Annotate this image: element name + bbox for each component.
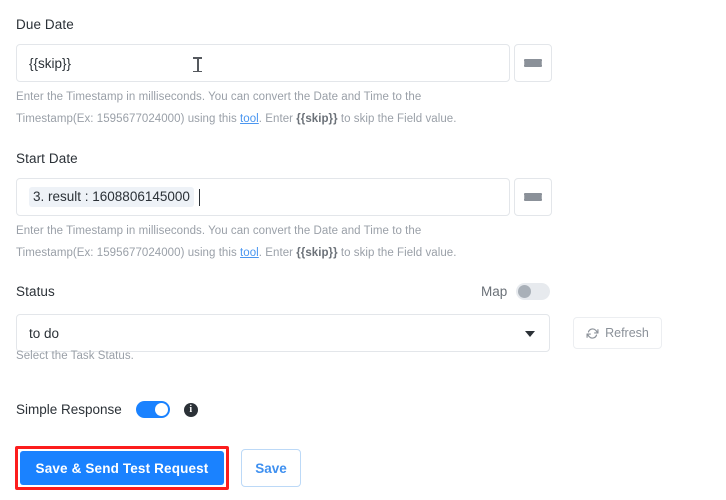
save-and-send-test-request-button[interactable]: Save & Send Test Request — [20, 451, 224, 485]
due-date-input-row: {{skip}} — [16, 44, 552, 82]
map-toggle-group: Map — [481, 283, 551, 300]
due-date-help-line2b: . Enter — [258, 113, 297, 125]
due-date-help-skip-token: {{skip}} — [296, 113, 338, 125]
hamburger-icon — [524, 193, 542, 201]
text-ibeam-cursor — [193, 56, 202, 73]
start-date-label: Start Date — [16, 151, 78, 166]
due-date-label: Due Date — [16, 17, 74, 32]
due-date-help-text: Enter the Timestamp in milliseconds. You… — [16, 86, 536, 130]
start-date-input-row: 3. result : 1608806145000 — [16, 178, 552, 216]
start-date-input[interactable]: 3. result : 1608806145000 — [16, 178, 510, 216]
simple-response-label: Simple Response — [16, 402, 122, 417]
due-date-input[interactable]: {{skip}} — [16, 44, 510, 82]
refresh-icon — [586, 327, 599, 340]
map-label: Map — [481, 284, 508, 299]
start-date-help-skip-token: {{skip}} — [296, 247, 338, 259]
due-date-help-line1: Enter the Timestamp in milliseconds. You… — [16, 91, 422, 103]
start-date-help-line1: Enter the Timestamp in milliseconds. You… — [16, 225, 422, 237]
start-date-help-line2c: to skip the Field value. — [337, 247, 457, 259]
start-date-token: 3. result : 1608806145000 — [29, 187, 194, 207]
status-select-value: to do — [29, 325, 60, 341]
refresh-button[interactable]: Refresh — [573, 317, 662, 349]
start-date-menu-button[interactable] — [514, 178, 552, 216]
simple-response-row: Simple Response i — [16, 401, 198, 418]
due-date-help-line2c: to skip the Field value. — [337, 113, 457, 125]
hamburger-icon — [524, 59, 542, 67]
start-date-help-line2b: . Enter — [258, 247, 297, 259]
chevron-down-icon — [525, 331, 535, 337]
start-date-help-text: Enter the Timestamp in milliseconds. You… — [16, 220, 536, 264]
timestamp-tool-link[interactable]: tool — [240, 247, 259, 259]
save-button[interactable]: Save — [241, 449, 301, 487]
start-date-help-line2a: Timestamp(Ex: 1595677024000) using this — [16, 247, 241, 259]
info-icon[interactable]: i — [183, 402, 198, 417]
due-date-help-line2a: Timestamp(Ex: 1595677024000) using this — [16, 113, 241, 125]
status-help-text: Select the Task Status. — [16, 350, 134, 362]
task-field-form: Due Date {{skip}} Enter the Timestamp in… — [0, 0, 726, 500]
due-date-menu-button[interactable] — [514, 44, 552, 82]
simple-response-toggle[interactable] — [135, 401, 170, 418]
map-toggle[interactable] — [516, 283, 551, 300]
text-caret — [198, 188, 200, 206]
timestamp-tool-link[interactable]: tool — [240, 113, 259, 125]
status-label: Status — [16, 284, 55, 299]
refresh-button-label: Refresh — [605, 326, 649, 340]
